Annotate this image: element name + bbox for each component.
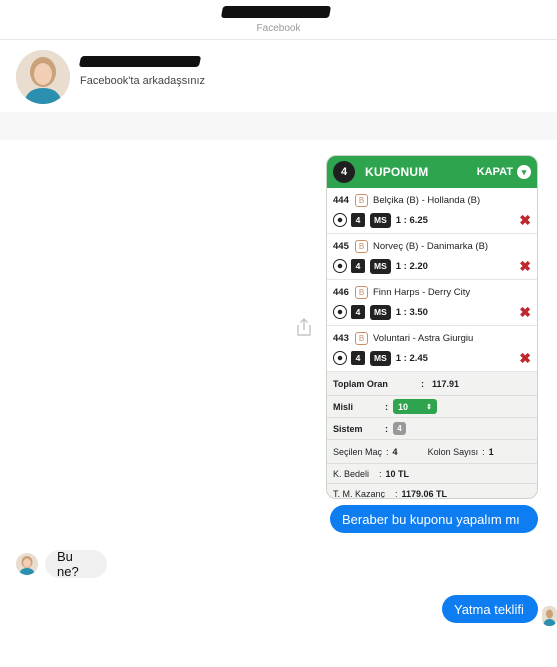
message-bubble-outgoing[interactable]: Yatma teklifi — [442, 595, 538, 623]
remove-icon[interactable]: ✖ — [519, 304, 531, 321]
profile-card[interactable]: Facebook'ta arkadaşsınız — [0, 40, 557, 112]
chevron-down-icon: ▾ — [517, 165, 531, 179]
match-num: 4 — [351, 213, 365, 227]
redacted-title — [220, 6, 332, 18]
misli-select[interactable]: 10 ⇕ — [393, 399, 437, 414]
divider-band — [0, 112, 557, 140]
message-text: Bu ne? — [57, 549, 79, 579]
bet-type: MS — [370, 258, 391, 274]
match-row: 446 B Finn Harps - Derry City 4 MS 1 : 3… — [327, 280, 537, 326]
match-row: 444 B Belçika (B) - Hollanda (B) 4 MS 1 … — [327, 188, 537, 234]
match-badge: B — [355, 331, 368, 345]
profile-avatar[interactable] — [16, 50, 70, 104]
friend-status: Facebook'ta arkadaşsınız — [80, 75, 206, 87]
secilen-mac-label: Seçilen Maç — [333, 446, 383, 457]
soccer-ball-icon — [333, 259, 347, 273]
k-bedeli-label: K. Bedeli — [333, 468, 370, 479]
contact-avatar[interactable] — [16, 553, 38, 575]
match-num: 4 — [351, 259, 365, 273]
header-source-label: Facebook — [256, 23, 301, 34]
sistem-label: Sistem — [333, 423, 363, 434]
soccer-ball-icon — [333, 305, 347, 319]
coupon-title: KUPONUM — [365, 165, 429, 179]
close-label: KAPAT — [476, 166, 513, 178]
kolon-sayisi-value: 1 — [488, 446, 494, 457]
bet-type: MS — [370, 350, 391, 366]
match-odds: 1 : 3.50 — [395, 306, 428, 318]
match-id: 443 — [333, 332, 349, 344]
match-badge: B — [355, 193, 368, 207]
total-odds-label: Toplam Oran — [333, 378, 388, 389]
message-text: Beraber bu kuponu yapalım mı — [342, 511, 520, 527]
coupon-header: 4 KUPONUM KAPAT ▾ — [327, 156, 537, 188]
secilen-mac-value: 4 — [392, 446, 398, 457]
message-text: Yatma teklifi — [454, 601, 524, 617]
k-bedeli-value: 10 TL — [385, 468, 410, 479]
redacted-name — [78, 56, 202, 67]
match-teams: Belçika (B) - Hollanda (B) — [373, 194, 481, 206]
remove-icon[interactable]: ✖ — [519, 258, 531, 275]
match-num: 4 — [351, 351, 365, 365]
match-row: 445 B Norveç (B) - Danimarka (B) 4 MS 1 … — [327, 234, 537, 280]
match-id: 445 — [333, 240, 349, 252]
sistem-value: 4 — [393, 422, 406, 435]
message-bubble-outgoing[interactable]: Beraber bu kuponu yapalım mı — [330, 505, 538, 533]
match-id: 444 — [333, 194, 349, 206]
stepper-icon: ⇕ — [426, 403, 432, 411]
read-receipt-avatar — [542, 606, 557, 626]
share-icon[interactable] — [294, 316, 314, 338]
coupon-count-badge: 4 — [333, 161, 355, 183]
soccer-ball-icon — [333, 213, 347, 227]
match-odds: 1 : 2.20 — [395, 260, 428, 272]
sistem-row: Sistem : 4 — [327, 418, 537, 440]
tm-kazanc-label: T. M. Kazanç — [333, 489, 386, 499]
misli-value: 10 — [398, 401, 409, 412]
total-odds-value: 117.91 — [432, 378, 460, 389]
match-num: 4 — [351, 305, 365, 319]
close-button[interactable]: KAPAT ▾ — [477, 165, 531, 179]
coupon-card: 4 KUPONUM KAPAT ▾ 444 B Belçika (B) - Ho… — [326, 155, 538, 499]
match-odds: 1 : 2.45 — [395, 352, 428, 364]
kolon-sayisi-label: Kolon Sayısı — [427, 446, 479, 457]
message-bubble-incoming[interactable]: Bu ne? — [45, 549, 107, 579]
match-odds: 1 : 6.25 — [395, 214, 428, 226]
match-teams: Voluntari - Astra Giurgiu — [373, 332, 474, 344]
match-teams: Finn Harps - Derry City — [373, 286, 471, 298]
selection-summary-row: Seçilen Maç : 4 Kolon Sayısı : 1 — [327, 440, 537, 464]
match-list: 444 B Belçika (B) - Hollanda (B) 4 MS 1 … — [327, 188, 537, 372]
misli-row: Misli : 10 ⇕ — [327, 396, 537, 418]
match-teams: Norveç (B) - Danimarka (B) — [373, 240, 489, 252]
remove-icon[interactable]: ✖ — [519, 212, 531, 229]
soccer-ball-icon — [333, 351, 347, 365]
match-id: 446 — [333, 286, 349, 298]
match-badge: B — [355, 285, 368, 299]
match-row: 443 B Voluntari - Astra Giurgiu 4 MS 1 :… — [327, 326, 537, 372]
tm-kazanc-row: T. M. Kazanç : 1179.06 TL — [333, 489, 448, 499]
tm-kazanc-value: 1179.06 TL — [401, 489, 448, 499]
match-badge: B — [355, 239, 368, 253]
misli-label: Misli — [333, 401, 354, 412]
k-bedeli-row: K. Bedeli : 10 TL — [327, 464, 537, 484]
remove-icon[interactable]: ✖ — [519, 350, 531, 367]
total-odds-row: Toplam Oran : 117.91 — [327, 372, 537, 396]
conversation-header: Facebook — [0, 0, 557, 40]
bet-type: MS — [370, 212, 391, 228]
bet-type: MS — [370, 304, 391, 320]
